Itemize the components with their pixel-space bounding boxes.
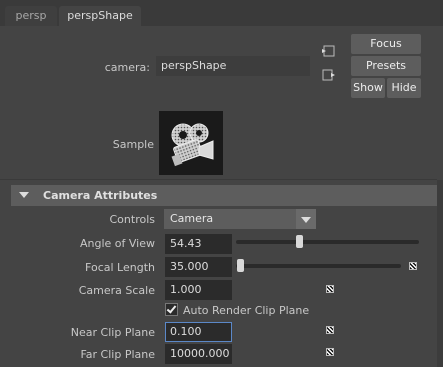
auto-render-clip-checkbox[interactable] bbox=[165, 303, 178, 316]
far-clip-label: Far Clip Plane bbox=[80, 348, 155, 361]
chevron-down-icon bbox=[301, 217, 311, 223]
controls-dropdown[interactable]: Camera bbox=[164, 209, 316, 229]
hide-button[interactable]: Hide bbox=[387, 78, 421, 98]
camera-attributes-header[interactable]: Camera Attributes bbox=[11, 185, 439, 206]
output-connection-icon[interactable] bbox=[322, 69, 336, 81]
focal-length-slider-track[interactable] bbox=[236, 264, 401, 268]
controls-label: Controls bbox=[109, 213, 156, 226]
angle-of-view-slider-track[interactable] bbox=[236, 240, 419, 244]
input-connection-icon[interactable] bbox=[322, 45, 336, 57]
auto-render-clip-label: Auto Render Clip Plane bbox=[183, 304, 310, 317]
tab-bar: persp perspShape bbox=[0, 0, 443, 26]
angle-of-view-label: Angle of View bbox=[79, 237, 155, 250]
sample-swatch bbox=[159, 111, 223, 175]
show-button[interactable]: Show bbox=[351, 78, 385, 98]
near-clip-field[interactable]: 0.100 bbox=[165, 322, 232, 342]
tab-persp[interactable]: persp bbox=[5, 6, 57, 26]
map-button-icon[interactable] bbox=[326, 348, 334, 356]
section-title: Camera Attributes bbox=[43, 189, 158, 202]
angle-of-view-slider-handle[interactable] bbox=[295, 235, 303, 248]
divider bbox=[0, 179, 437, 180]
controls-value: Camera bbox=[170, 212, 214, 225]
tab-perspShape[interactable]: perspShape bbox=[59, 6, 141, 26]
focal-length-slider-handle[interactable] bbox=[237, 259, 244, 272]
scrollbar[interactable] bbox=[437, 180, 443, 367]
far-clip-field[interactable]: 10000.000 bbox=[165, 344, 232, 364]
map-button-icon[interactable] bbox=[409, 262, 417, 270]
focal-length-field[interactable]: 35.000 bbox=[165, 257, 232, 277]
camera-sample-icon bbox=[171, 123, 214, 167]
camera-label: camera: bbox=[104, 61, 150, 74]
focal-length-label: Focal Length bbox=[85, 261, 155, 274]
camera-scale-field[interactable]: 1.000 bbox=[165, 280, 232, 300]
near-clip-label: Near Clip Plane bbox=[70, 326, 155, 339]
camera-scale-label: Camera Scale bbox=[78, 284, 155, 297]
map-button-icon[interactable] bbox=[326, 285, 334, 293]
focus-button[interactable]: Focus bbox=[351, 34, 421, 54]
map-button-icon[interactable] bbox=[326, 326, 334, 334]
camera-name-field[interactable]: perspShape bbox=[156, 56, 310, 76]
checkmark-icon bbox=[166, 303, 177, 314]
collapse-triangle-icon[interactable] bbox=[19, 192, 29, 198]
dropdown-arrow-box[interactable] bbox=[296, 209, 316, 229]
sample-label: Sample bbox=[112, 138, 154, 151]
angle-of-view-field[interactable]: 54.43 bbox=[165, 234, 232, 254]
presets-button[interactable]: Presets bbox=[351, 56, 421, 76]
